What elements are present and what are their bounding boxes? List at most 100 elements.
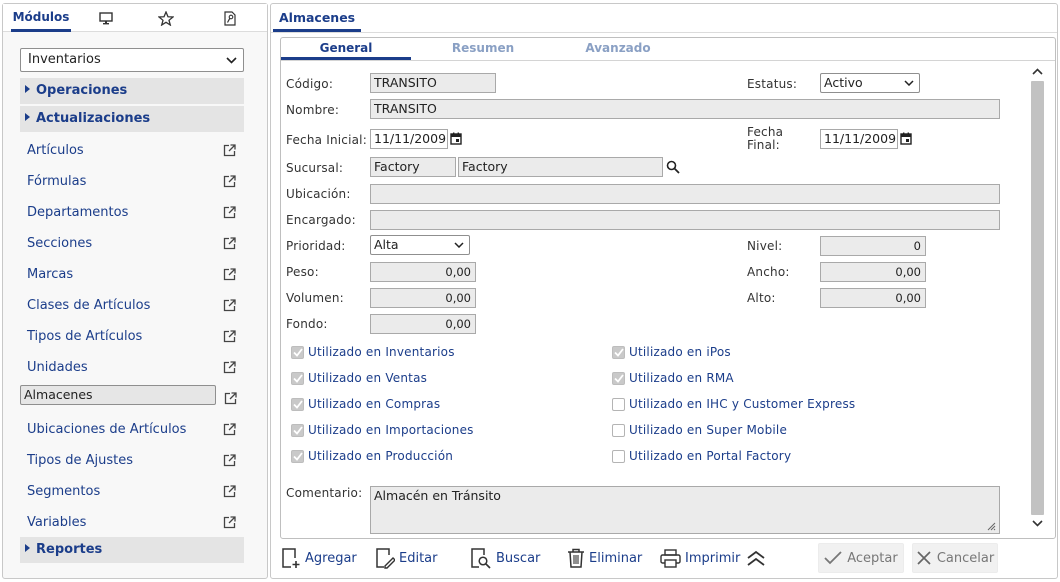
collapse-up-icon[interactable] (746, 550, 766, 566)
checkbox-compras[interactable]: Utilizado en Compras (291, 397, 440, 411)
imprimir-button[interactable]: Imprimir (660, 544, 740, 572)
buscar-button[interactable]: Buscar (470, 544, 540, 572)
check-icon[interactable] (612, 371, 625, 385)
add-document-icon (282, 548, 300, 568)
cancelar-button[interactable]: Cancelar (912, 543, 998, 573)
sidebar-item-articulos[interactable]: Artículos (20, 137, 244, 164)
codigo-field[interactable]: TRANSITO (370, 73, 496, 93)
open-external-icon[interactable] (223, 299, 236, 312)
sidebar-item-segmentos[interactable]: Segmentos (20, 478, 244, 505)
scrollbar-thumb[interactable] (1031, 81, 1044, 515)
peso-label: Peso: (286, 265, 319, 279)
checkbox-ipos[interactable]: Utilizado en iPos (612, 345, 731, 359)
tab-general[interactable]: General (281, 38, 411, 60)
comentario-textarea[interactable]: Almacén en Tránsito (370, 486, 1000, 534)
open-external-icon[interactable] (223, 361, 236, 374)
open-external-icon[interactable] (223, 423, 236, 436)
open-external-icon[interactable] (224, 392, 237, 405)
fecha-final-label: Fecha Final: (747, 125, 784, 152)
module-select[interactable]: Inventarios (20, 48, 244, 72)
nombre-field[interactable]: TRANSITO (370, 99, 1000, 119)
chevron-down-icon[interactable] (1032, 520, 1043, 528)
tab-resumen[interactable]: Resumen (419, 38, 547, 60)
open-external-icon[interactable] (223, 516, 236, 529)
monitor-icon[interactable] (93, 4, 119, 32)
calendar-icon[interactable] (900, 132, 912, 145)
group-operaciones[interactable]: Operaciones (20, 78, 244, 104)
tab-almacenes[interactable]: Almacenes (273, 7, 362, 32)
open-external-icon[interactable] (223, 144, 236, 157)
star-icon[interactable] (153, 4, 179, 32)
check-icon[interactable] (291, 449, 304, 463)
prioridad-select[interactable]: Alta (370, 235, 470, 255)
sidebar-item-variables[interactable]: Variables (20, 509, 244, 536)
checkbox-box[interactable] (612, 397, 625, 411)
sidebar-item-unidades[interactable]: Unidades (20, 354, 244, 381)
chevron-down-icon (226, 57, 237, 64)
checkbox-box[interactable] (612, 423, 625, 437)
sidebar-item-formulas[interactable]: Fórmulas (20, 168, 244, 195)
nivel-field[interactable]: 0 (820, 236, 926, 256)
search-icon[interactable] (666, 160, 680, 174)
checkbox-ventas[interactable]: Utilizado en Ventas (291, 371, 427, 385)
sidebar-item-ubicaciones-de-articulos[interactable]: Ubicaciones de Artículos (20, 416, 244, 443)
alto-field[interactable]: 0,00 (820, 288, 926, 308)
open-external-icon[interactable] (223, 485, 236, 498)
sidebar-item-tipos-de-ajustes[interactable]: Tipos de Ajustes (20, 447, 244, 474)
sidebar-item-almacenes[interactable]: Almacenes (20, 385, 237, 405)
sidebar-item-clases-de-articulos[interactable]: Clases de Artículos (20, 292, 244, 319)
checkbox-ihc[interactable]: Utilizado en IHC y Customer Express (612, 397, 855, 411)
tab-avanzado[interactable]: Avanzado (553, 38, 683, 60)
chevron-up-icon[interactable] (1032, 67, 1043, 75)
checkbox-inventarios[interactable]: Utilizado en Inventarios (291, 345, 455, 359)
checkbox-importaciones[interactable]: Utilizado en Importaciones (291, 423, 474, 437)
check-icon[interactable] (612, 345, 625, 359)
sucursal-code-field[interactable]: Factory (370, 157, 456, 177)
open-external-icon[interactable] (223, 175, 236, 188)
eliminar-button[interactable]: Eliminar (567, 544, 642, 572)
checkbox-box[interactable] (612, 449, 625, 463)
editar-button[interactable]: Editar (375, 544, 438, 572)
tab-divider (271, 32, 1057, 33)
sidebar-item-secciones[interactable]: Secciones (20, 230, 244, 257)
subtab-divider (281, 60, 1055, 61)
open-external-icon[interactable] (223, 206, 236, 219)
checkbox-super-mobile[interactable]: Utilizado en Super Mobile (612, 423, 787, 437)
agregar-button[interactable]: Agregar (281, 544, 357, 572)
estatus-select[interactable]: Activo (820, 73, 920, 93)
aceptar-button[interactable]: Aceptar (818, 543, 904, 573)
tab-modules[interactable]: Módulos (11, 4, 71, 32)
fecha-inicial-label: Fecha Inicial: (286, 133, 367, 147)
fecha-inicial-field[interactable]: 11/11/2009 (370, 129, 448, 149)
open-external-icon[interactable] (223, 330, 236, 343)
checkbox-portal-factory[interactable]: Utilizado en Portal Factory (612, 449, 791, 463)
check-icon[interactable] (291, 423, 304, 437)
encargado-field[interactable] (370, 210, 1000, 230)
fecha-final-field[interactable]: 11/11/2009 (820, 129, 898, 149)
ancho-field[interactable]: 0,00 (820, 262, 926, 282)
checkbox-rma[interactable]: Utilizado en RMA (612, 371, 734, 385)
sidebar-tabs: Módulos (3, 4, 267, 32)
sidebar-item-tipos-de-articulos[interactable]: Tipos de Artículos (20, 323, 244, 350)
peso-field[interactable]: 0,00 (370, 262, 476, 282)
checkbox-produccion[interactable]: Utilizado en Producción (291, 449, 453, 463)
open-external-icon[interactable] (223, 237, 236, 250)
search-document-icon (471, 548, 491, 569)
open-external-icon[interactable] (223, 268, 236, 281)
resize-handle-icon[interactable] (986, 521, 996, 531)
vertical-scrollbar[interactable] (1029, 64, 1047, 532)
volumen-field[interactable]: 0,00 (370, 288, 476, 308)
open-external-icon[interactable] (223, 454, 236, 467)
sidebar-item-departamentos[interactable]: Departamentos (20, 199, 244, 226)
check-icon[interactable] (291, 371, 304, 385)
fondo-field[interactable]: 0,00 (370, 314, 476, 334)
ubicacion-field[interactable] (370, 184, 1000, 204)
check-icon[interactable] (291, 345, 304, 359)
check-icon[interactable] (291, 397, 304, 411)
group-actualizaciones[interactable]: Actualizaciones (20, 106, 244, 132)
sidebar-item-marcas[interactable]: Marcas (20, 261, 244, 288)
trash-icon (568, 548, 584, 568)
group-reportes[interactable]: Reportes (20, 537, 244, 563)
calendar-icon[interactable] (450, 132, 462, 145)
document-key-icon[interactable] (217, 4, 243, 32)
